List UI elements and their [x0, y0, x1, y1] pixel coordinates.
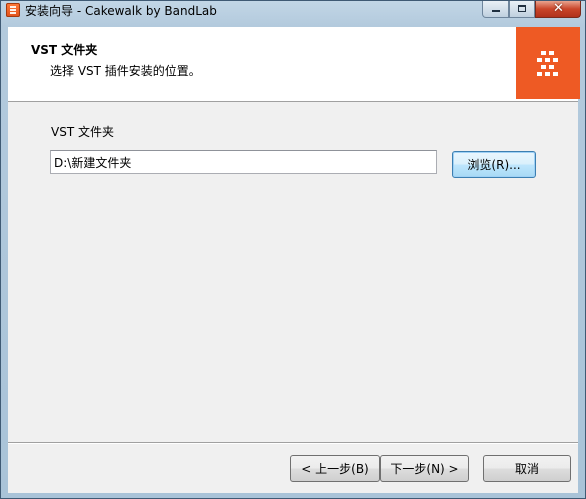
footer-separator — [8, 442, 578, 444]
cakewalk-logo-icon — [537, 51, 558, 76]
cakewalk-logo — [516, 27, 580, 99]
installer-window: 安装向导 - Cakewalk by BandLab ✕ VST 文件夹 选择 … — [0, 0, 586, 499]
window-title: 安装向导 - Cakewalk by BandLab — [25, 4, 217, 18]
vst-folder-label: VST 文件夹 — [51, 125, 114, 139]
maximize-icon — [518, 5, 526, 12]
app-icon[interactable] — [6, 3, 20, 17]
minimize-icon — [492, 10, 500, 12]
cancel-button[interactable]: 取消 — [483, 455, 571, 482]
title-bar[interactable]: 安装向导 - Cakewalk by BandLab ✕ — [1, 1, 585, 19]
maximize-button[interactable] — [509, 1, 535, 18]
page-title: VST 文件夹 — [31, 43, 98, 57]
next-button[interactable]: 下一步(N) > — [380, 455, 469, 482]
vst-folder-path-input[interactable] — [50, 150, 437, 174]
close-icon: ✕ — [553, 1, 564, 16]
wizard-header: VST 文件夹 选择 VST 插件安装的位置。 — [8, 27, 580, 102]
page-subtitle: 选择 VST 插件安装的位置。 — [50, 64, 201, 78]
browse-button[interactable]: 浏览(R)... — [452, 151, 536, 178]
close-button[interactable]: ✕ — [535, 1, 581, 18]
minimize-button[interactable] — [482, 1, 509, 18]
back-button[interactable]: < 上一步(B) — [290, 455, 380, 482]
wizard-client-area: VST 文件夹 选择 VST 插件安装的位置。 VST 文件夹 浏 — [8, 27, 580, 493]
